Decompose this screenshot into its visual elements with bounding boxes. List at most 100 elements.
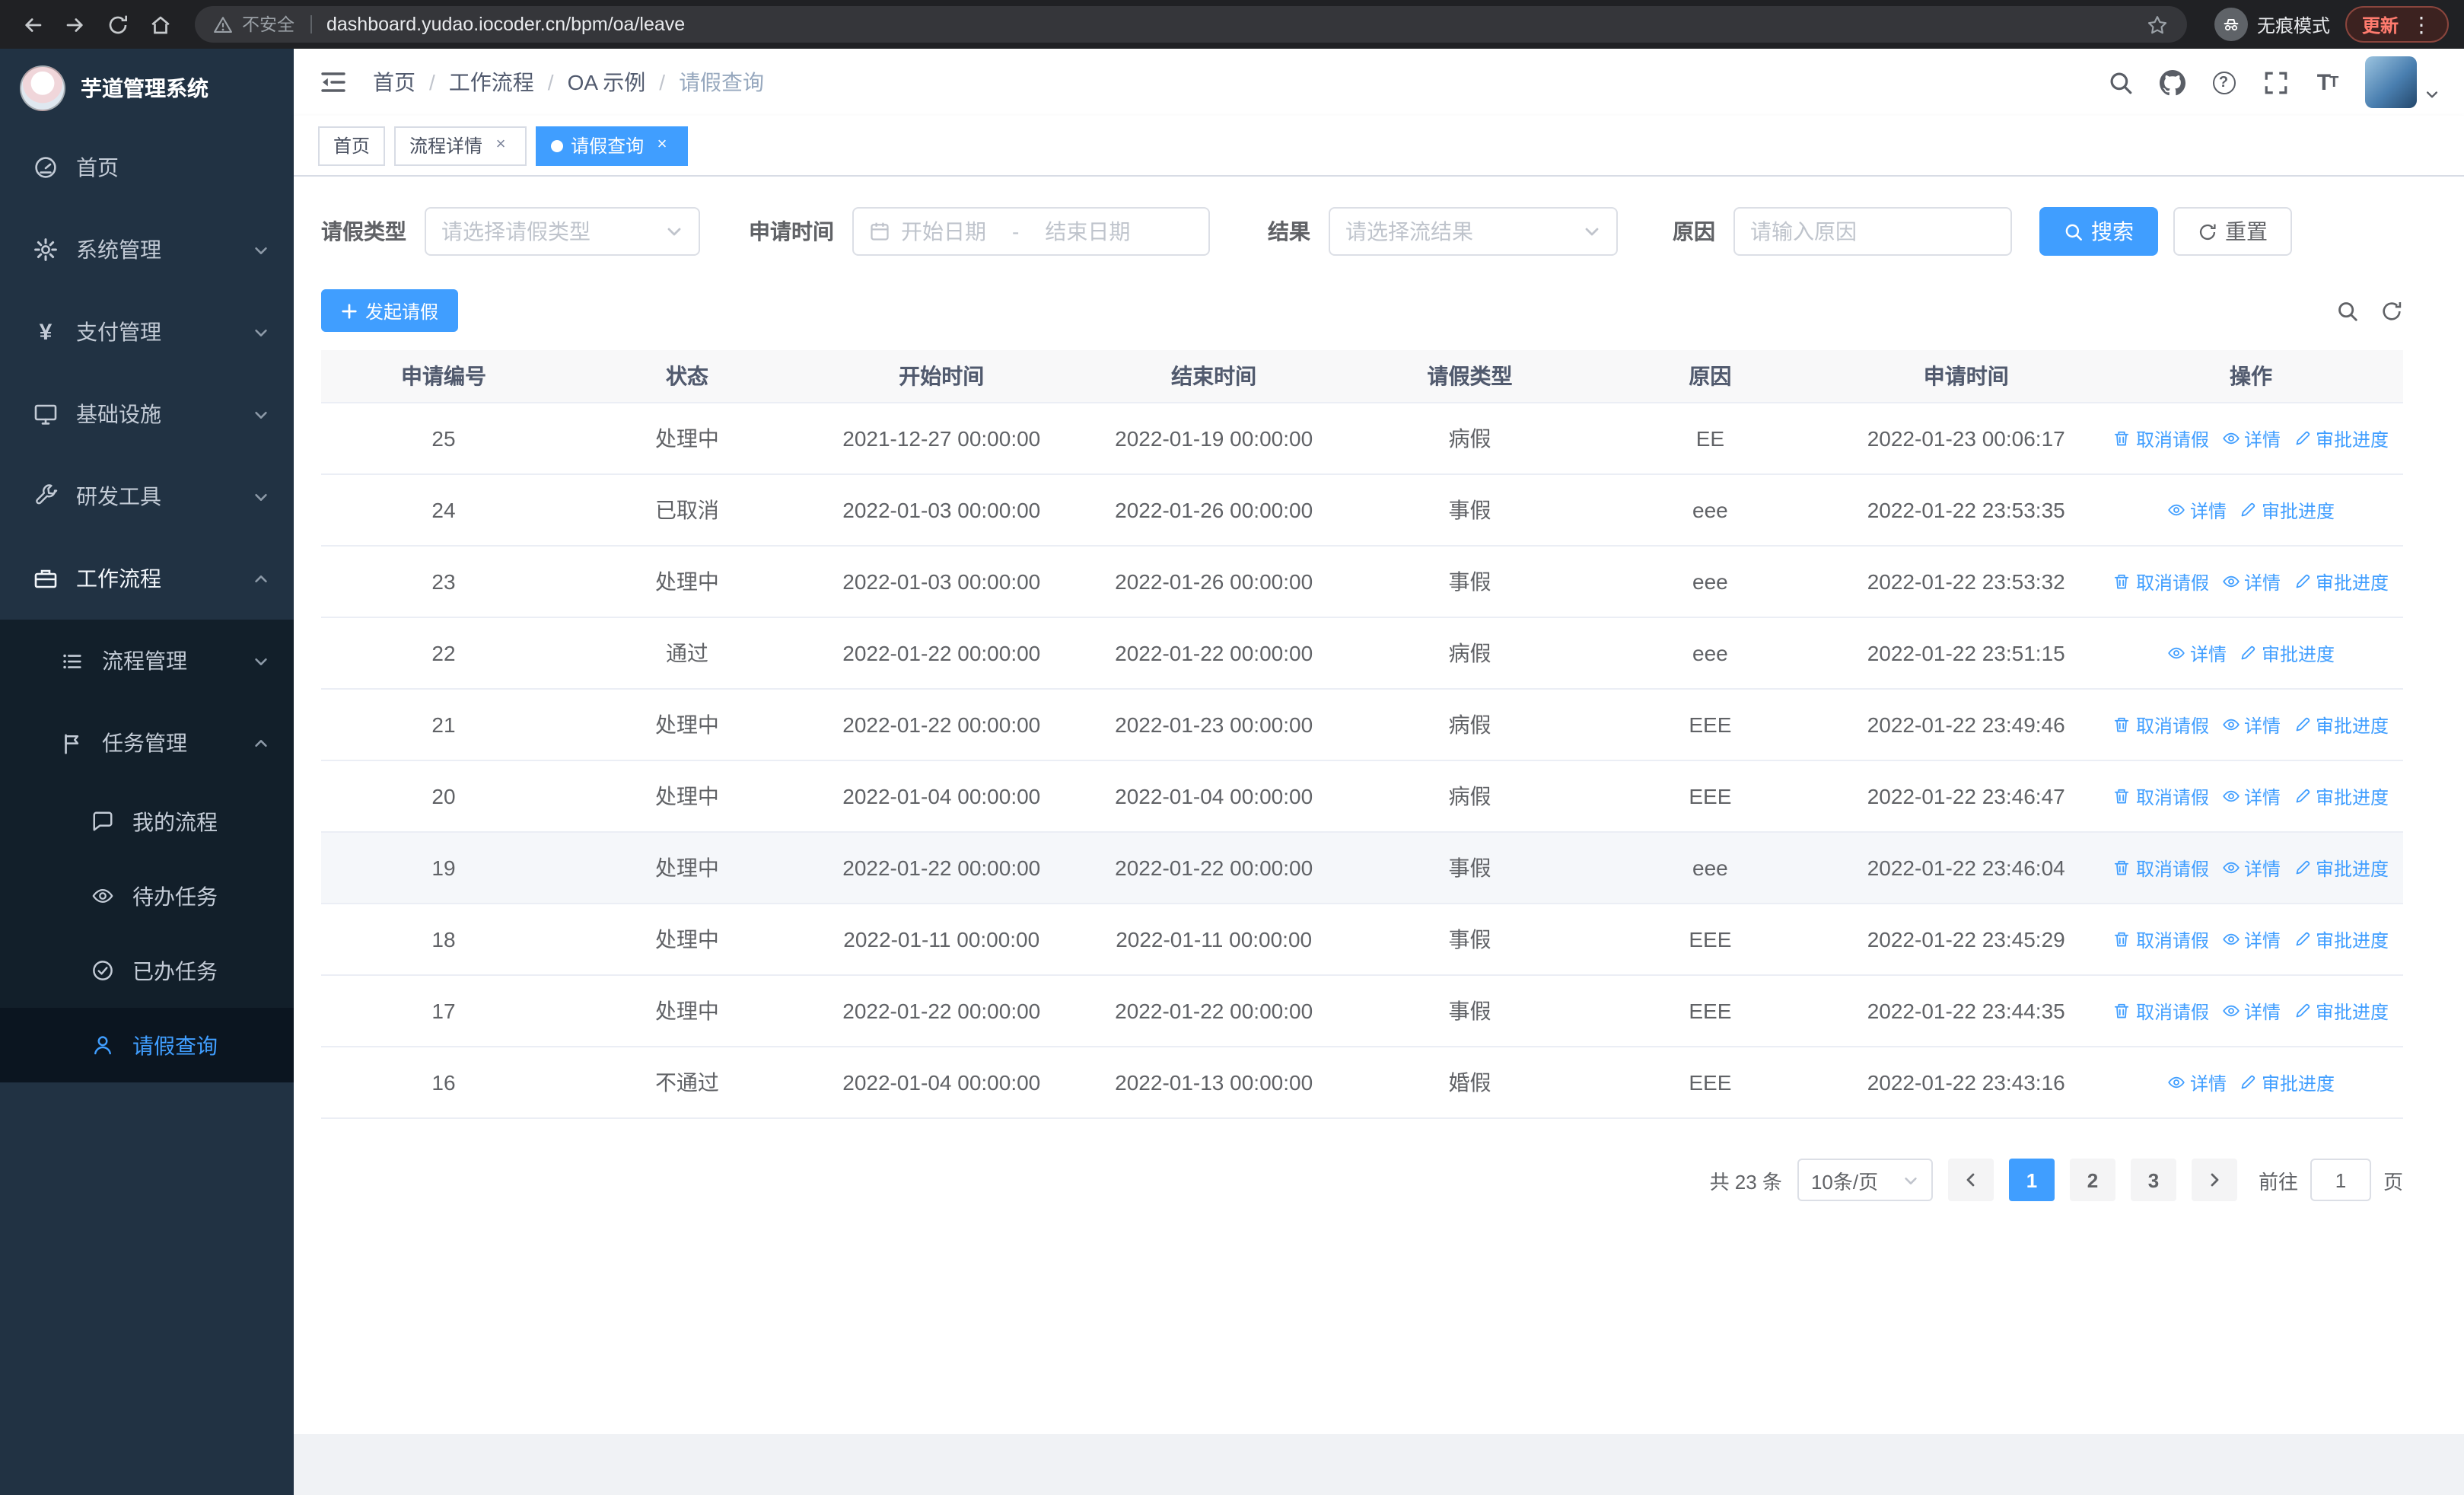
app-logo[interactable]: 芋道管理系统 bbox=[0, 49, 294, 126]
pen-icon bbox=[2293, 572, 2311, 591]
gear-icon bbox=[33, 237, 58, 262]
result-select[interactable]: 请选择流结果 bbox=[1329, 207, 1618, 256]
create-leave-label: 发起请假 bbox=[365, 301, 439, 322]
chevron-down-icon bbox=[665, 222, 683, 241]
avatar-caret-icon[interactable] bbox=[2424, 87, 2440, 102]
browser-update-button[interactable]: 更新 ⋮ bbox=[2345, 6, 2449, 43]
goto-page-input[interactable] bbox=[2310, 1159, 2371, 1201]
bookmark-star-icon[interactable] bbox=[2146, 13, 2169, 36]
help-icon[interactable]: ? bbox=[2198, 49, 2249, 116]
cancel-leave-link[interactable]: 取消请假 bbox=[2113, 926, 2209, 952]
pagination-total: 共 23 条 bbox=[1709, 1170, 1782, 1193]
approval-progress-link[interactable]: 审批进度 bbox=[2293, 783, 2389, 809]
page-button-2[interactable]: 2 bbox=[2069, 1159, 2115, 1201]
reset-button[interactable]: 重置 bbox=[2173, 207, 2292, 256]
close-icon[interactable]: × bbox=[651, 135, 673, 156]
close-icon[interactable]: × bbox=[490, 135, 511, 156]
sidebar-item-system[interactable]: 系统管理 bbox=[0, 209, 294, 291]
cancel-leave-link[interactable]: 取消请假 bbox=[2113, 426, 2209, 451]
reset-button-label: 重置 bbox=[2225, 219, 2268, 244]
detail-link[interactable]: 详情 bbox=[2221, 926, 2281, 952]
next-page-button[interactable] bbox=[2191, 1159, 2237, 1201]
apply-time-range-picker[interactable]: 开始日期 - 结束日期 bbox=[852, 207, 1210, 256]
approval-progress-link[interactable]: 审批进度 bbox=[2293, 855, 2389, 881]
detail-link[interactable]: 详情 bbox=[2167, 497, 2227, 523]
approval-progress-link[interactable]: 审批进度 bbox=[2293, 998, 2389, 1024]
detail-link[interactable]: 详情 bbox=[2221, 426, 2281, 451]
cancel-leave-link[interactable]: 取消请假 bbox=[2113, 712, 2209, 738]
sidebar-item-devtools[interactable]: 研发工具 bbox=[0, 455, 294, 537]
cancel-leave-link[interactable]: 取消请假 bbox=[2113, 998, 2209, 1024]
detail-link[interactable]: 详情 bbox=[2167, 1069, 2227, 1095]
toggle-search-icon[interactable] bbox=[2336, 299, 2359, 322]
approval-progress-link[interactable]: 审批进度 bbox=[2239, 497, 2335, 523]
user-avatar[interactable] bbox=[2365, 56, 2417, 108]
sidebar-item-workflow[interactable]: 工作流程 bbox=[0, 537, 294, 620]
refresh-table-icon[interactable] bbox=[2380, 299, 2403, 322]
page-button-1[interactable]: 1 bbox=[2008, 1159, 2055, 1201]
cancel-leave-link[interactable]: 取消请假 bbox=[2113, 855, 2209, 881]
sidebar-item-infra[interactable]: 基础设施 bbox=[0, 373, 294, 455]
detail-link[interactable]: 详情 bbox=[2221, 998, 2281, 1024]
eye-icon bbox=[2221, 930, 2240, 948]
approval-progress-link[interactable]: 审批进度 bbox=[2293, 569, 2389, 594]
approval-progress-link[interactable]: 审批进度 bbox=[2239, 640, 2335, 666]
sidebar-item-done-tasks[interactable]: 已办任务 bbox=[0, 933, 294, 1008]
cancel-leave-link[interactable]: 取消请假 bbox=[2113, 569, 2209, 594]
url-text[interactable]: dashboard.yudao.iocoder.cn/bpm/oa/leave bbox=[326, 14, 685, 35]
cancel-leave-link[interactable]: 取消请假 bbox=[2113, 783, 2209, 809]
forward-icon[interactable] bbox=[55, 5, 94, 44]
security-label[interactable]: 不安全 bbox=[242, 12, 294, 37]
address-bar[interactable]: 不安全 dashboard.yudao.iocoder.cn/bpm/oa/le… bbox=[195, 6, 2187, 43]
sidebar-item-leave-query[interactable]: 请假查询 bbox=[0, 1008, 294, 1082]
filter-form: 请假类型 请选择请假类型 申请时间 开始日期 - 结束日期 结果 请选择流结果 bbox=[321, 207, 2403, 256]
select-placeholder: 请选择流结果 bbox=[1345, 219, 1473, 244]
chevron-down-icon bbox=[1902, 1171, 1919, 1188]
back-icon[interactable] bbox=[12, 5, 52, 44]
detail-link[interactable]: 详情 bbox=[2167, 640, 2227, 666]
not-secure-warning-icon[interactable] bbox=[213, 14, 233, 34]
logo-avatar-image bbox=[20, 65, 65, 110]
approval-progress-link[interactable]: 审批进度 bbox=[2239, 1069, 2335, 1095]
sidebar-item-task-mgmt[interactable]: 任务管理 bbox=[0, 702, 294, 784]
sidebar-item-payment[interactable]: ¥ 支付管理 bbox=[0, 291, 294, 373]
detail-link[interactable]: 详情 bbox=[2221, 855, 2281, 881]
browser-menu-icon[interactable]: ⋮ bbox=[2411, 11, 2432, 37]
sidebar-item-my-process[interactable]: 我的流程 bbox=[0, 784, 294, 859]
sidebar-item-process-mgmt[interactable]: 流程管理 bbox=[0, 620, 294, 702]
reload-icon[interactable] bbox=[97, 5, 137, 44]
search-icon bbox=[2064, 222, 2084, 241]
tab-leave-query[interactable]: 请假查询 × bbox=[536, 126, 689, 165]
approval-progress-link[interactable]: 审批进度 bbox=[2293, 426, 2389, 451]
detail-link[interactable]: 详情 bbox=[2221, 783, 2281, 809]
leave-type-select[interactable]: 请选择请假类型 bbox=[425, 207, 700, 256]
pen-icon bbox=[2293, 787, 2311, 805]
breadcrumb-item[interactable]: 首页 bbox=[373, 67, 415, 97]
approval-progress-link[interactable]: 审批进度 bbox=[2293, 926, 2389, 952]
user-icon bbox=[91, 1034, 114, 1057]
sidebar-item-home[interactable]: 首页 bbox=[0, 126, 294, 209]
tab-process-detail[interactable]: 流程详情 × bbox=[394, 126, 527, 165]
home-icon[interactable] bbox=[140, 5, 180, 44]
prev-page-button[interactable] bbox=[1947, 1159, 1994, 1201]
font-size-icon[interactable]: TT bbox=[2301, 49, 2353, 116]
detail-link[interactable]: 详情 bbox=[2221, 569, 2281, 594]
page-size-select[interactable]: 10条/页 bbox=[1797, 1159, 1933, 1201]
header-search-icon[interactable] bbox=[2094, 49, 2146, 116]
create-leave-button[interactable]: 发起请假 bbox=[321, 289, 459, 332]
tab-home[interactable]: 首页 bbox=[318, 126, 386, 165]
sidebar-item-todo-tasks[interactable]: 待办任务 bbox=[0, 859, 294, 933]
col-header-start: 开始时间 bbox=[899, 364, 985, 388]
search-button[interactable]: 搜索 bbox=[2039, 207, 2158, 256]
briefcase-icon bbox=[33, 566, 58, 591]
github-icon[interactable] bbox=[2146, 49, 2198, 116]
breadcrumb-item[interactable]: 工作流程 bbox=[449, 67, 534, 97]
chat-bubble-icon bbox=[91, 810, 114, 833]
reason-input[interactable] bbox=[1733, 207, 2012, 256]
breadcrumb-item[interactable]: OA 示例 bbox=[568, 67, 646, 97]
page-button-3[interactable]: 3 bbox=[2130, 1159, 2176, 1201]
collapse-sidebar-icon[interactable] bbox=[318, 67, 349, 97]
approval-progress-link[interactable]: 审批进度 bbox=[2293, 712, 2389, 738]
detail-link[interactable]: 详情 bbox=[2221, 712, 2281, 738]
fullscreen-icon[interactable] bbox=[2249, 49, 2301, 116]
